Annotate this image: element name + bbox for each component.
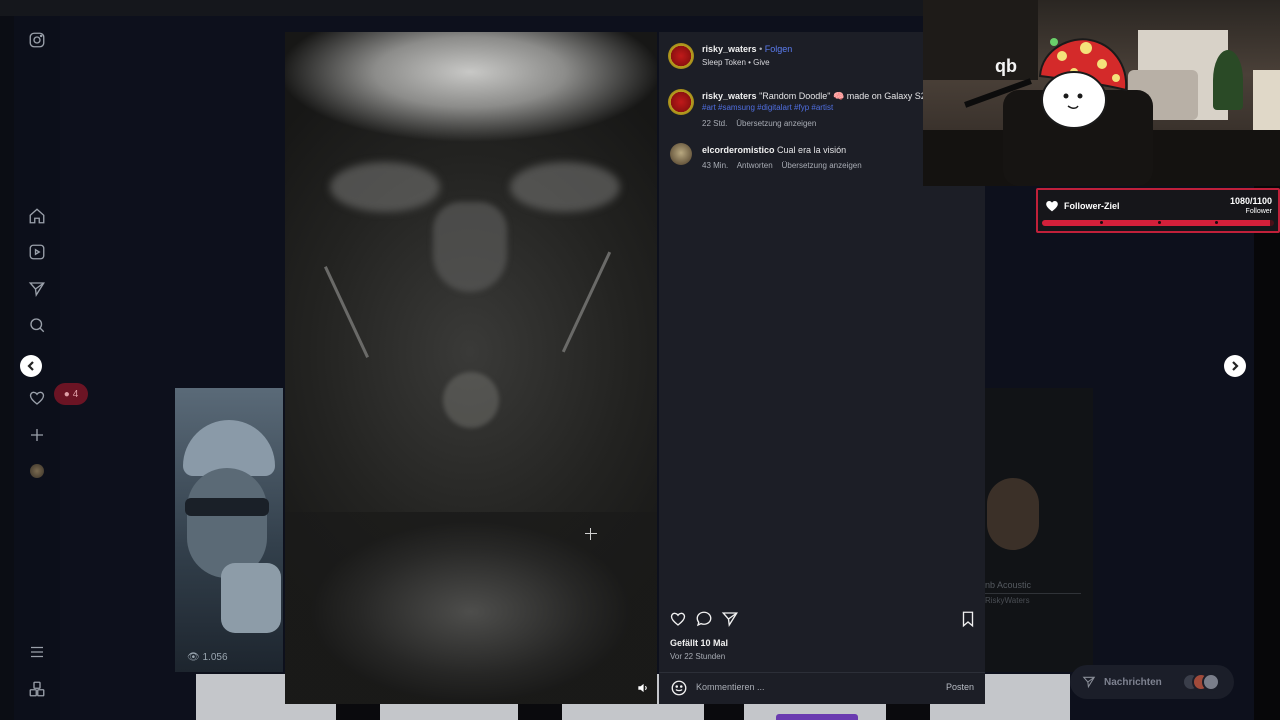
author-avatar[interactable] [668,43,694,69]
commenter-avatar[interactable] [670,143,692,165]
notification-count: 4 [72,388,79,400]
goal-tick [1100,221,1103,224]
mouse-cursor-crosshair [585,528,597,540]
artwork-mouth [443,372,499,428]
heart-icon [1046,200,1058,212]
card-subtitle: RiskyWaters [985,596,1030,605]
caption-text: "Random Doodle" 🧠 made on Galaxy S2 [759,91,926,101]
reply-link[interactable]: Antworten [737,161,773,170]
caption-avatar[interactable] [668,89,694,115]
goal-unit: Follower [1245,208,1272,215]
comment-text: Cual era la visión [777,145,847,155]
artwork-eye-left [330,162,440,212]
webcam-logo: qb [995,56,1017,76]
goal-tick [1158,221,1161,224]
chevron-right-icon [1232,361,1239,371]
caption-meta: 22 Std. Übersetzung anzeigen [702,119,816,128]
post-header: risky_waters • Folgen [702,44,792,54]
face-shape [187,468,267,578]
speaker-icon[interactable] [636,681,650,695]
shelf-shape [923,0,1038,80]
comment-translate-link[interactable]: Übersetzung anzeigen [782,161,862,170]
view-count: 👁 1.056 [187,652,228,663]
messages-label: Nachrichten [1104,676,1162,688]
goal-title: Follower-Ziel [1064,201,1120,211]
view-count-value: 1.056 [202,652,228,663]
caption-age: 22 Std. [702,119,728,128]
background-video-card-left[interactable] [175,388,283,672]
comment-bubble-icon[interactable] [695,610,713,628]
post-comment-button[interactable]: Posten [946,682,974,692]
card-divider [985,593,1081,594]
artwork-eye-right [510,162,620,212]
comment-age: 43 Min. [702,161,729,170]
artwork-nose [433,202,507,292]
like-count[interactable]: Gefällt 10 Mal [670,638,728,648]
taskbar-block [336,704,380,720]
separator-dot: • [759,44,763,54]
eye-icon: 👁 [187,652,200,663]
avatar [1202,673,1220,691]
taskbar-block [886,704,930,720]
comment: elcorderomistico Cual era la visión [702,145,846,155]
caption-username[interactable]: risky_waters [702,91,757,101]
search-icon[interactable] [26,314,48,336]
previous-post-button[interactable] [20,355,42,377]
comment-divider [659,672,985,673]
card-title: nb Acoustic [985,580,1032,590]
taskbar-block [704,704,744,720]
message-avatars [1182,673,1220,691]
next-post-button[interactable] [1224,355,1246,377]
artwork-spike-left [324,266,369,358]
notification-badge[interactable]: ● 4 [54,383,88,405]
comment-input[interactable]: Kommentieren ... [696,682,765,692]
home-icon[interactable] [26,205,48,227]
microphone-shape [221,563,281,633]
like-heart-icon[interactable] [669,610,687,628]
heart-icon[interactable] [26,387,48,409]
bookmark-icon[interactable] [959,610,977,628]
person-shape [987,478,1039,550]
share-icon[interactable] [721,610,739,628]
background-video-card-right[interactable]: nb Acoustic RiskyWaters [985,388,1093,672]
comment-username[interactable]: elcorderomistico [702,145,775,155]
audio-track[interactable]: Sleep Token • Give [702,58,770,67]
follow-button[interactable]: Folgen [765,44,793,54]
post-image[interactable] [285,32,657,704]
artwork-spike-right [561,251,612,353]
person-icon: ● [63,388,70,400]
follower-goal-widget: Follower-Ziel 1080/1100 Follower [1036,188,1280,233]
goal-count: 1080/1100 [1229,196,1272,206]
reels-icon[interactable] [26,241,48,263]
taskbar-block [518,704,562,720]
messages-icon [1082,676,1096,689]
comment-meta: 43 Min. Antworten Übersetzung anzeigen [702,161,862,170]
post-time: Vor 22 Stunden [670,652,726,661]
plant-shape [1213,50,1243,110]
artwork-lower [285,512,657,704]
goal-progress-fill [1042,220,1270,226]
author-username[interactable]: risky_waters [702,44,757,54]
chevron-left-icon [27,361,34,371]
taskbar-accent [776,714,858,720]
menu-icon[interactable] [26,641,48,663]
hashtags[interactable]: #art #samsung #digitalart #fyp #artist [702,103,833,112]
emoji-icon[interactable] [670,679,688,697]
explore-icon[interactable] [26,278,48,300]
caption: risky_waters "Random Doodle" 🧠 made on G… [702,91,926,102]
caption-translate-link[interactable]: Übersetzung anzeigen [736,119,816,128]
create-icon[interactable] [26,424,48,446]
more-apps-icon[interactable] [26,678,48,700]
instagram-logo-icon[interactable] [26,29,48,51]
mushroom-mascot-icon [1038,38,1128,129]
profile-icon[interactable] [26,460,48,482]
messages-button[interactable]: Nachrichten [1070,665,1234,699]
glasses-shape [185,498,269,516]
goal-tick [1215,221,1218,224]
